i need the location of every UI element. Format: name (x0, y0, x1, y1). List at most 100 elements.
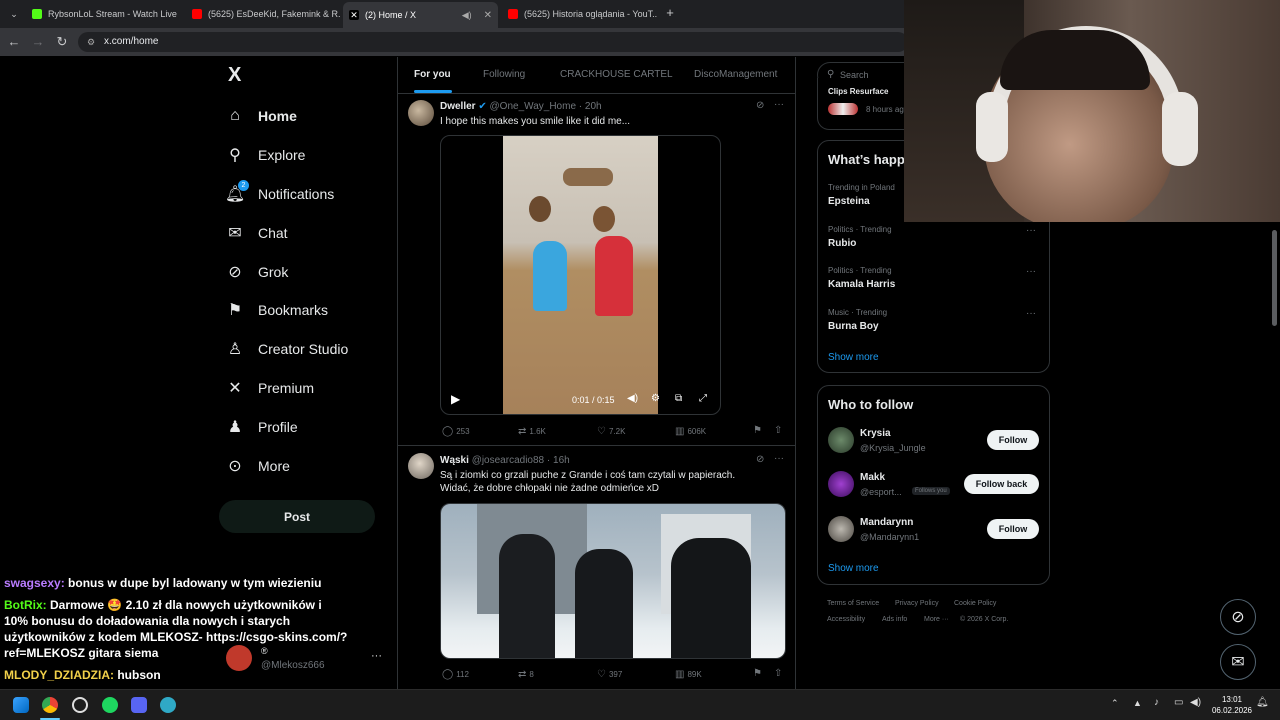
share-button[interactable]: ⇧ (774, 668, 782, 679)
trend-more-icon[interactable]: ··· (1026, 308, 1036, 319)
discord-icon[interactable] (131, 697, 147, 713)
footer-link[interactable]: Cookie Policy (954, 600, 996, 607)
follow-button[interactable]: Follow (987, 430, 1039, 450)
tab-following[interactable]: Following (483, 69, 525, 80)
windows-start-icon[interactable] (13, 697, 29, 713)
tab-crackhouse-cartel[interactable]: CRACKHOUSE CARTEL (560, 69, 673, 80)
browser-tab-2[interactable]: (5625) EsDeeKid, Fakemink & R... ✕ (186, 4, 341, 24)
app-icon[interactable] (160, 697, 176, 713)
avatar[interactable] (828, 427, 854, 453)
clock-time[interactable]: 13:01 (1212, 695, 1252, 704)
fullscreen-icon[interactable]: ⤢ (699, 393, 707, 404)
more-icon[interactable]: ··· (774, 99, 784, 110)
video-player[interactable]: ▶ 0:01 / 0:15 ◀) ⚙ ⧉ ⤢ (440, 135, 721, 415)
footer-link[interactable]: Accessibility (827, 616, 865, 623)
nav-explore[interactable]: ⚲ Explore (226, 143, 305, 167)
follow-handle[interactable]: @Krysia_Jungle (860, 443, 926, 453)
grok-icon[interactable]: ⊘ (756, 454, 764, 465)
author-handle[interactable]: @josearcadio88 (472, 455, 544, 466)
notifications-icon[interactable]: 🔔︎ (1256, 697, 1269, 708)
nav-creator-studio[interactable]: ♙ Creator Studio (226, 337, 348, 361)
nav-more[interactable]: ⊙ More (226, 454, 290, 478)
nav-profile[interactable]: ♟ Profile (226, 415, 298, 439)
tab-for-you[interactable]: For you (414, 69, 451, 80)
nav-notifications[interactable]: 🔔︎ 2 Notifications (225, 180, 334, 206)
show-more-link[interactable]: Show more (828, 563, 879, 574)
spotify-icon[interactable] (102, 697, 118, 713)
grok-fab-icon[interactable]: ⊘ (1220, 599, 1256, 635)
like-button[interactable]: ♡ 397 (597, 669, 622, 680)
nav-chat[interactable]: ✉ Chat (226, 221, 287, 245)
back-icon[interactable]: ← (6, 34, 22, 50)
views-button[interactable]: ▥ 606K (675, 426, 706, 437)
trend-name[interactable]: Burna Boy (828, 321, 879, 332)
tray-chevron-icon[interactable]: ⌃ (1111, 698, 1119, 709)
new-tab-icon[interactable]: + (662, 5, 678, 21)
follow-button[interactable]: Follow (987, 519, 1039, 539)
browser-tab-4[interactable]: (5625) Historia oglądania - YouT... ✕ (502, 4, 657, 24)
follow-back-button[interactable]: Follow back (964, 474, 1039, 494)
footer-link[interactable]: Terms of Service (827, 600, 879, 607)
volume-icon[interactable]: ◀) (627, 393, 638, 404)
follow-handle[interactable]: @Mandarynn1 (860, 532, 919, 542)
avatar[interactable] (828, 516, 854, 542)
page-scrollbar[interactable] (1272, 230, 1277, 326)
chrome-icon[interactable] (42, 697, 58, 713)
repost-button[interactable]: ⇄ 8 (518, 669, 534, 680)
more-icon[interactable]: ··· (774, 453, 784, 464)
post-image[interactable] (440, 503, 786, 659)
trend-more-icon[interactable]: ··· (1026, 225, 1036, 236)
close-tab-icon[interactable]: ✕ (484, 10, 492, 21)
account-menu-icon[interactable]: ··· (371, 650, 382, 662)
reply-button[interactable]: ◯ 253 (442, 426, 470, 437)
avatar[interactable] (408, 453, 434, 479)
tray-app-icon[interactable]: ▲ (1133, 698, 1142, 708)
follow-handle[interactable]: @esport... (860, 487, 902, 497)
browser-tab-1[interactable]: RybsonLoL Stream - Watch Live ✕ (26, 4, 181, 24)
speaker-icon[interactable]: ◀) (462, 10, 472, 21)
author-name[interactable]: Dweller (440, 101, 476, 112)
like-button[interactable]: ♡ 7.2K (597, 426, 625, 437)
trend-more-icon[interactable]: ··· (1026, 266, 1036, 277)
forward-icon[interactable]: → (30, 34, 46, 50)
settings-icon[interactable]: ⚙ (651, 393, 660, 404)
grok-icon[interactable]: ⊘ (756, 100, 764, 111)
nav-premium[interactable]: ✕ Premium (226, 376, 314, 400)
footer-link[interactable]: More ··· (924, 616, 949, 623)
repost-button[interactable]: ⇄ 1.6K (518, 426, 546, 437)
bookmark-button[interactable]: ⚑ (753, 425, 762, 436)
volume-icon[interactable]: ◀) (1190, 697, 1201, 708)
trend-name[interactable]: Kamala Harris (828, 279, 895, 290)
browser-tab-3[interactable]: ✕ (2) Home / X ◀) ✕ (343, 2, 498, 28)
footer-link[interactable]: Privacy Policy (895, 600, 939, 607)
x-logo-icon[interactable]: X (228, 64, 241, 87)
post-time[interactable]: 20h (585, 101, 602, 112)
clock-date[interactable]: 06.02.2026 (1206, 706, 1258, 715)
nav-bookmarks[interactable]: ⚑ Bookmarks (226, 298, 328, 322)
follow-name[interactable]: Mandarynn (860, 517, 913, 528)
messages-fab-icon[interactable]: ✉ (1220, 644, 1256, 680)
follow-name[interactable]: Makk (860, 472, 885, 483)
views-button[interactable]: ▥ 89K (675, 669, 702, 680)
account-avatar[interactable] (226, 645, 252, 671)
follow-name[interactable]: Krysia (860, 428, 891, 439)
reply-button[interactable]: ◯ 112 (442, 669, 469, 680)
nav-home[interactable]: ⌂ Home (226, 104, 297, 128)
network-icon[interactable]: ▭ (1174, 697, 1183, 708)
play-icon[interactable]: ▶ (451, 392, 460, 406)
nav-grok[interactable]: ⊘ Grok (226, 260, 288, 284)
trend-name[interactable]: Epsteina (828, 196, 870, 207)
show-more-link[interactable]: Show more (828, 352, 879, 363)
tab-discomanagement[interactable]: DiscoManagement (694, 69, 777, 80)
post-time[interactable]: 16h (553, 455, 570, 466)
trend-name[interactable]: Rubio (828, 238, 856, 249)
site-info-icon[interactable]: ⚙ (87, 32, 95, 52)
avatar[interactable] (408, 100, 434, 126)
pip-icon[interactable]: ⧉ (675, 393, 682, 404)
address-bar[interactable]: ⚙ x.com/home (78, 32, 908, 52)
post-button[interactable]: Post (219, 500, 375, 533)
author-name[interactable]: Wąski (440, 455, 469, 466)
author-handle[interactable]: @One_Way_Home (490, 101, 576, 112)
share-button[interactable]: ⇧ (774, 425, 782, 436)
avatar[interactable] (828, 471, 854, 497)
